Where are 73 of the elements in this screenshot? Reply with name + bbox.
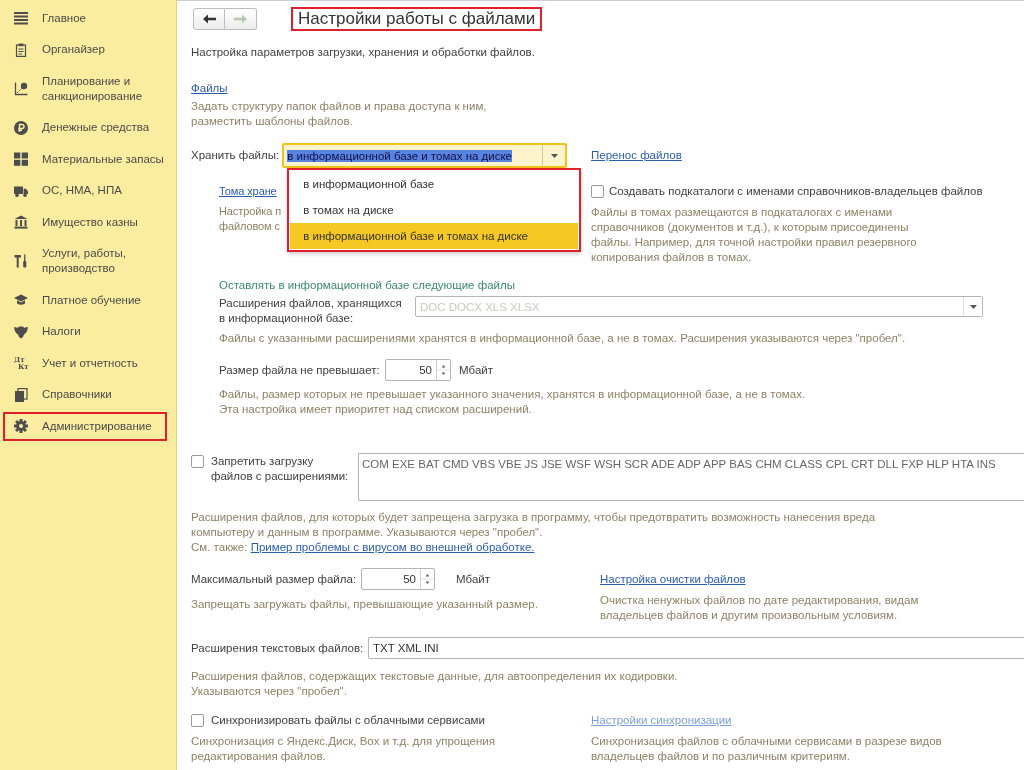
spin-arrows-icon — [420, 569, 434, 589]
extensions-hint: Файлы с указанными расширениями хранятся в информационной базе, а не в томах. Расширения указываются через "пробел". — [219, 330, 907, 346]
sidebar-item[interactable]: Денежные средства — [2, 112, 168, 144]
sidebar-item[interactable]: Администрирование — [2, 410, 168, 442]
text-extensions-hint: Расширения файлов, содержащих текстовые данные, для автоопределения их кодировки. Указываются через "пробел". — [191, 668, 679, 699]
text-extensions-field[interactable]: TXT XML INI — [368, 637, 1024, 659]
dropdown-button[interactable] — [963, 297, 982, 316]
sidebar-item[interactable]: Имущество казны — [2, 206, 168, 238]
page-title: Настройки работы с файлами — [291, 7, 543, 31]
sidebar-item[interactable]: Главное — [2, 2, 168, 34]
caret-icon — [550, 153, 558, 158]
see-also-label: См. также: — [191, 540, 248, 553]
forbid-upload-label: Запретить загрузку файлов с расширениями: — [211, 453, 350, 484]
spin-arrows-icon — [436, 360, 450, 380]
back-button[interactable] — [193, 8, 225, 30]
section-heading: Оставлять в информационной базе следующие файлы — [219, 277, 516, 293]
checkbox[interactable] — [191, 713, 204, 727]
page-description: Настройка параметров загрузки, хранения и обработки файлов. — [191, 44, 536, 60]
max-size-hint: Запрещать загружать файлы, превышающие указанный размер. — [191, 596, 539, 612]
size-spin-field[interactable]: 50 — [385, 359, 451, 381]
files-hint: Задать структуру папок файлов и права доступа к ним, разместить шаблоны файлов. — [191, 98, 488, 129]
sidebar-item[interactable]: Справочники — [2, 379, 168, 411]
size-hint: Файлы, размер которых не превышает указанного значения, хранятся в информационной базе, а не в томах. Эта настройка имеет приоритет над списком расширений. — [219, 386, 807, 417]
files-link[interactable]: Файлы — [191, 81, 228, 94]
sidebar-item[interactable]: Платное обучение — [2, 284, 168, 316]
virus-example-link[interactable]: Пример проблемы с вирусом во внешней обработке. — [250, 540, 535, 553]
tools-icon — [14, 254, 28, 269]
text-extensions-label: Расширения текстовых файлов: — [191, 642, 365, 654]
menu-icon — [14, 11, 28, 26]
cleanup-link[interactable]: Настройка очистки файлов — [600, 572, 746, 585]
extensions-label: Расширения файлов, хранящихся в информационной базе: — [219, 295, 403, 326]
checkbox[interactable] — [191, 454, 204, 468]
dropdown-option[interactable]: в томах на диске — [290, 197, 579, 223]
unit-label: Мбайт — [459, 364, 493, 376]
sync-settings-hint: Синхронизация файлов с облачными сервисами в разрезе видов владельцев файлов и по различным критериям. — [591, 733, 943, 764]
volumes-hint: Настройка п файловом с — [219, 203, 282, 234]
eagle-emblem-icon — [14, 324, 28, 339]
dropdown-option[interactable]: в информационной базе — [290, 171, 579, 197]
cleanup-hint: Очистка ненужных файлов по дате редактирования, видам владельцев файлов и другим произвольным условиям. — [600, 592, 920, 623]
graduation-cap-icon — [14, 293, 28, 308]
caret-icon — [969, 304, 977, 309]
forbidden-extensions-field[interactable]: COM EXE BAT CMD VBS VBE JS JSE WSF WSH SCR ADE ADP APP BAS CHM CLASS CPL CRT DLL FXP HLP HTA INS — [358, 453, 1024, 501]
arrow-left-icon — [202, 14, 216, 24]
store-files-dropdown[interactable]: в информационной базе и томах на диске — [282, 143, 568, 168]
size-label: Размер файла не превышает: — [219, 364, 381, 376]
subfolders-hint: Файлы в томах размещаются в подкаталогах с именами справочников (документов и т.д.), к которым присоединены файлы. Например, для точной настройки правил резервного копирования файлов в томах. — [591, 204, 918, 265]
sidebar-item[interactable]: Материальные запасы — [2, 143, 168, 175]
grid-icon — [14, 152, 28, 167]
sidebar-item[interactable]: ОС, НМА, НПА — [2, 175, 168, 207]
transfer-files-link[interactable]: Перенос файлов — [591, 148, 682, 163]
sidebar-item[interactable]: Органайзер — [2, 34, 168, 66]
chart-axes-icon — [14, 81, 28, 96]
extensions-field[interactable]: DOC DOCX XLS XLSX — [415, 296, 983, 317]
max-size-label: Максимальный размер файла: — [191, 573, 358, 585]
forbid-hint: Расширения файлов, для которых будет запрещена загрузка в программу, чтобы предотвратить возможность нанесения вреда компьютеру и данным в программе. Указываются через "пробел". — [191, 509, 877, 540]
sidebar-item[interactable]: Планирование и санкционирование — [2, 65, 168, 112]
unit-label: Мбайт — [456, 573, 490, 585]
sync-label: Синхронизировать файлы с облачными сервисами — [211, 712, 485, 728]
checkbox[interactable] — [591, 184, 604, 198]
subfolders-label: Создавать подкаталоги с именами справочников-владельцев файлов — [609, 183, 983, 199]
gear-icon — [14, 419, 28, 434]
dropdown-option[interactable]: в информационной базе и томах на диске — [290, 223, 579, 249]
bank-building-icon — [14, 215, 28, 230]
documents-icon — [14, 387, 28, 402]
clipboard-icon — [14, 42, 28, 57]
sync-hint: Синхронизация с Яндекс.Диск, Box и т.д. для упрощения редактирования файлов. — [191, 733, 496, 764]
volumes-link[interactable]: Тома хране — [219, 183, 277, 199]
max-size-spin-field[interactable]: 50 — [361, 568, 435, 590]
sidebar-item[interactable]: Налоги — [2, 316, 168, 348]
arrow-right-icon — [234, 14, 247, 24]
coin-icon — [14, 120, 28, 135]
store-files-label: Хранить файлы: — [191, 148, 280, 163]
sidebar-item[interactable]: Услуги, работы, производство — [2, 238, 168, 285]
